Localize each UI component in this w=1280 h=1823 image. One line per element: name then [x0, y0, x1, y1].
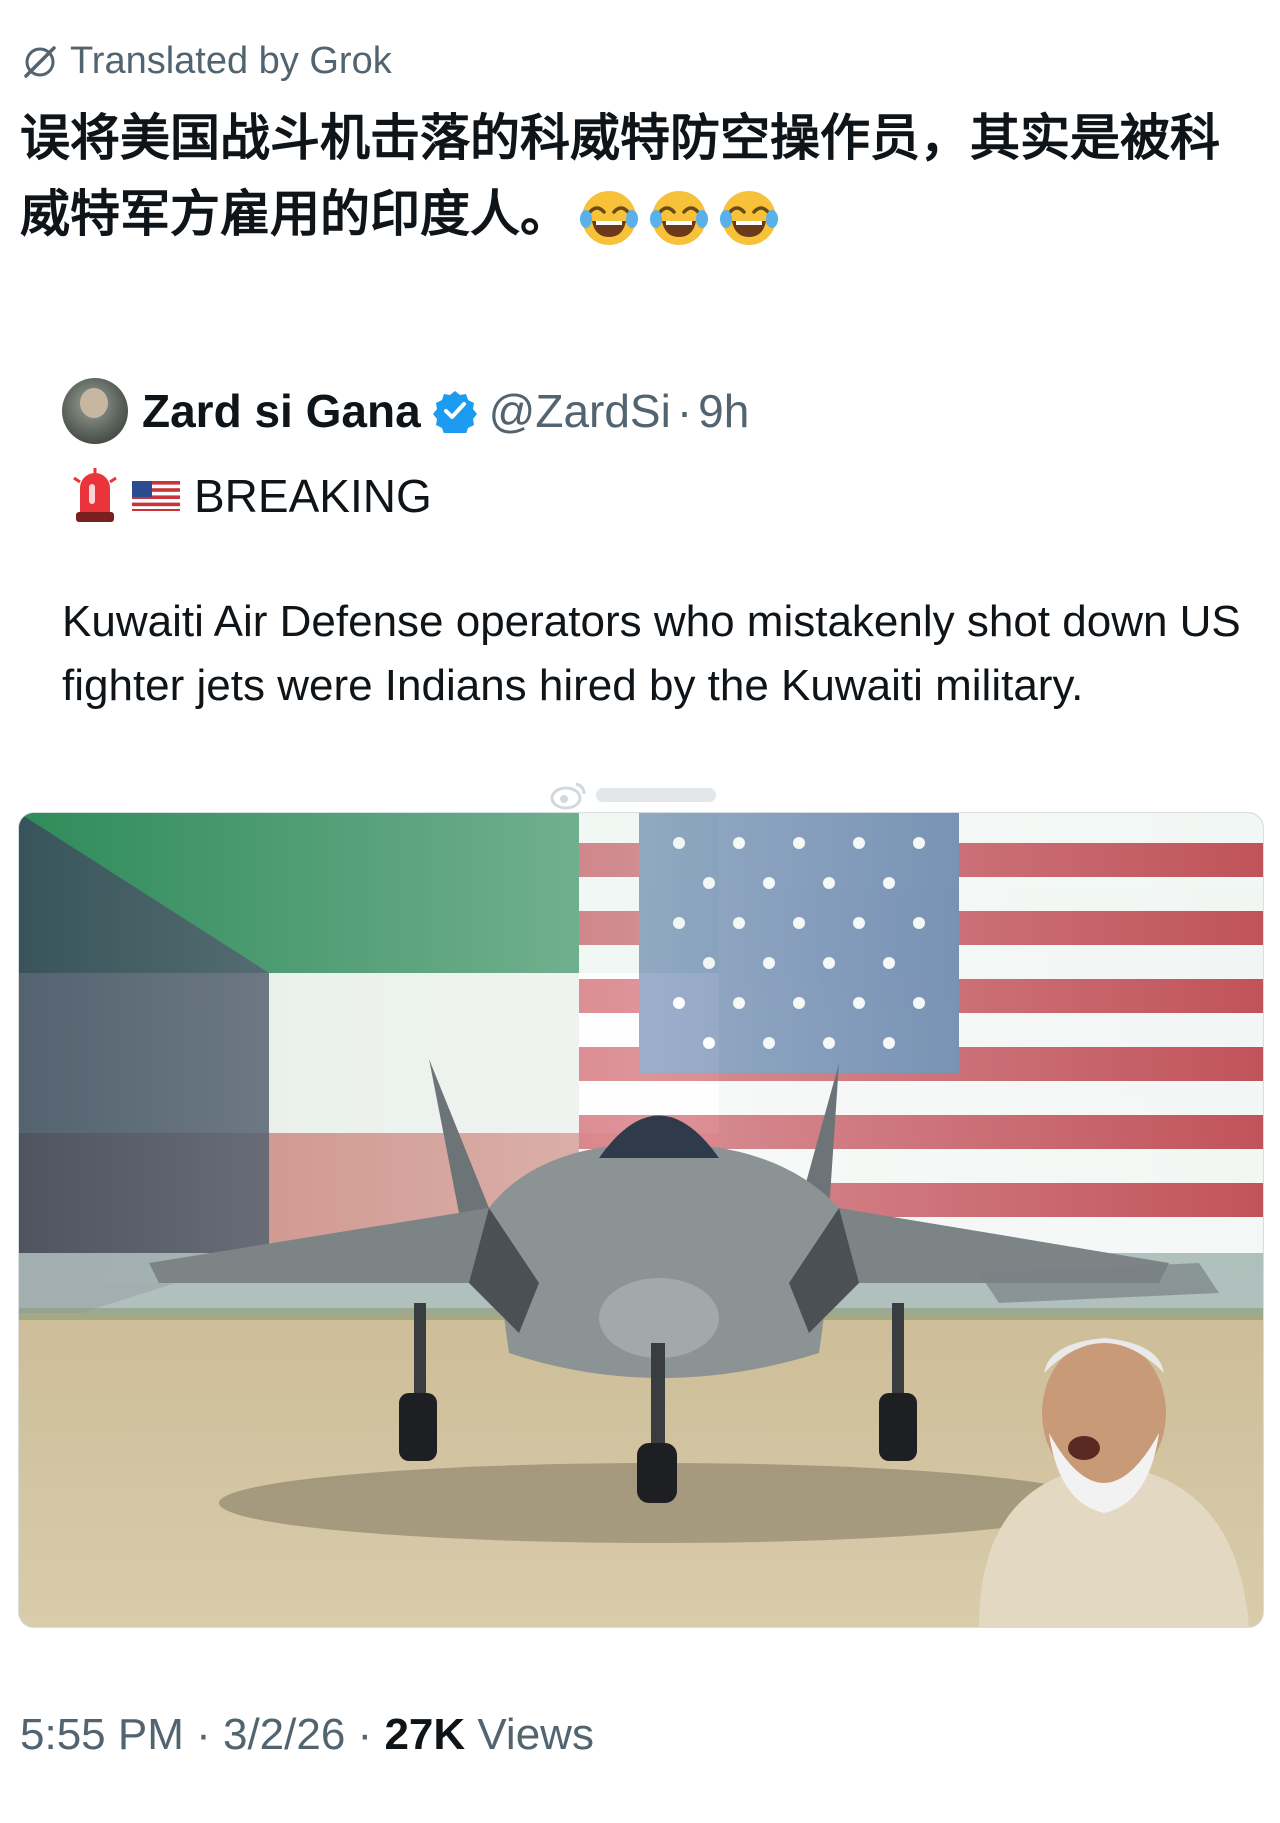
post-text-block: 误将美国战斗机击落的科威特防空操作员，其实是被科威特军方雇用的印度人。 — [20, 100, 1240, 252]
author-handle[interactable]: @ZardSi — [489, 384, 671, 438]
quoted-post-header[interactable]: Zard si Gana @ZardSi · 9h — [62, 378, 749, 444]
post-date[interactable]: 3/2/26 — [223, 1710, 345, 1759]
police-light-icon — [73, 468, 117, 522]
translated-label: Translated by Grok — [70, 40, 392, 82]
face-with-tears-of-joy-icon — [650, 190, 708, 245]
watermark — [548, 780, 716, 810]
post-meta: 5:55 PM · 3/2/26 · 27K Views — [20, 1710, 594, 1760]
breaking-label: BREAKING — [194, 470, 432, 522]
post-time-ago[interactable]: 9h — [698, 384, 749, 438]
post-screen: Translated by Grok 误将美国战斗机击落的科威特防空操作员，其实… — [0, 0, 1280, 1823]
author-name[interactable]: Zard si Gana — [142, 384, 421, 438]
face-with-tears-of-joy-icon — [720, 190, 778, 245]
post-time[interactable]: 5:55 PM — [20, 1710, 184, 1759]
face-with-tears-of-joy-icon — [580, 190, 638, 245]
quoted-post-text: Kuwaiti Air Defense operators who mistak… — [62, 597, 1241, 710]
views-count[interactable]: 27K — [384, 1710, 465, 1759]
verified-badge-icon — [432, 391, 477, 433]
grok-icon — [24, 45, 56, 78]
weibo-logo-icon — [550, 782, 586, 810]
meta-separator: · — [676, 385, 693, 437]
meta-separator: · — [345, 1710, 385, 1759]
translated-by-grok[interactable]: Translated by Grok — [20, 40, 392, 83]
breaking-line: BREAKING — [72, 468, 432, 524]
views-label: Views — [465, 1710, 594, 1759]
jet-flags-image — [19, 813, 1263, 1627]
meta-separator: · — [183, 1710, 223, 1759]
us-flag-icon — [132, 481, 180, 511]
post-image[interactable] — [18, 812, 1264, 1628]
avatar[interactable] — [62, 378, 128, 444]
